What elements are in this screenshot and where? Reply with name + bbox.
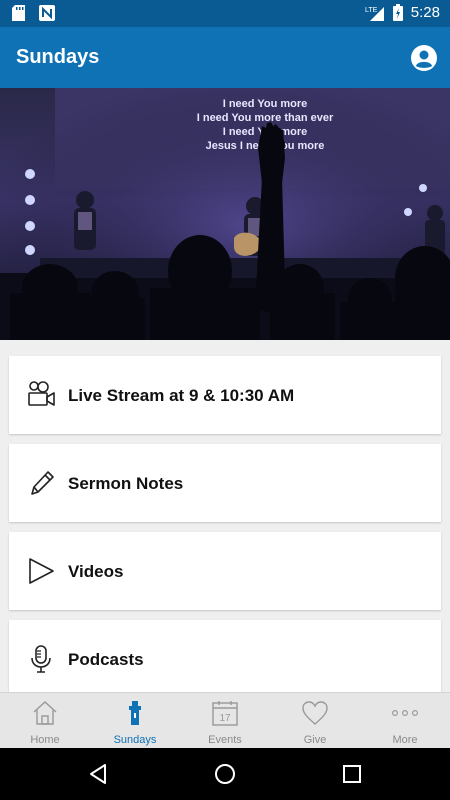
tab-label: Home (30, 734, 60, 746)
recents-icon[interactable] (340, 762, 364, 786)
app-bar: Sundays (0, 27, 450, 88)
tab-more[interactable]: More (360, 693, 450, 749)
more-icon (391, 710, 419, 717)
lyric-line: I need You more (223, 98, 308, 110)
tab-label: More (392, 734, 418, 746)
battery-icon (392, 4, 403, 21)
page-title: Sundays (16, 46, 100, 68)
heart-icon (302, 701, 328, 725)
hero-image: I need You more I need You more than eve… (0, 88, 450, 340)
tab-label: Give (303, 734, 327, 746)
video-camera-icon (28, 381, 55, 406)
calendar-icon: 17 (212, 701, 238, 726)
svg-text:LTE: LTE (365, 7, 378, 14)
home-icon (33, 701, 57, 725)
tab-events[interactable]: 17 Events (180, 693, 270, 749)
card-label: Podcasts (68, 650, 144, 669)
card-label: Videos (68, 562, 124, 581)
home-nav-icon[interactable] (213, 762, 237, 786)
sd-card-icon (12, 5, 25, 21)
profile-icon[interactable] (411, 45, 437, 71)
back-icon[interactable] (86, 762, 110, 786)
system-nav-bar (0, 748, 450, 800)
videos-card[interactable]: Videos (9, 532, 441, 610)
card-label: Live Stream at 9 & 10:30 AM (68, 386, 295, 405)
sermon-notes-card[interactable]: Sermon Notes (9, 444, 441, 522)
clock: 5:28 (410, 4, 440, 21)
lyric-line: I need You more than ever (197, 112, 334, 124)
status-bar: LTE 5:28 (0, 0, 450, 27)
play-icon (29, 558, 54, 584)
tab-give[interactable]: Give (270, 693, 360, 749)
tab-bar: Home Sundays 17 Events Give More (0, 692, 450, 748)
signal-icon: LTE (365, 6, 384, 21)
podcasts-card[interactable]: Podcasts (9, 620, 441, 692)
tab-home[interactable]: Home (0, 693, 90, 749)
svg-text:17: 17 (219, 713, 231, 724)
microphone-icon (31, 645, 51, 673)
church-icon (129, 701, 141, 725)
card-label: Sermon Notes (68, 474, 184, 493)
tab-label: Sundays (113, 734, 157, 746)
nfc-icon (39, 5, 55, 21)
live-stream-card[interactable]: Live Stream at 9 & 10:30 AM (9, 356, 441, 434)
tab-label: Events (208, 734, 242, 746)
tab-sundays[interactable]: Sundays (90, 693, 180, 749)
pencil-icon (31, 471, 54, 495)
